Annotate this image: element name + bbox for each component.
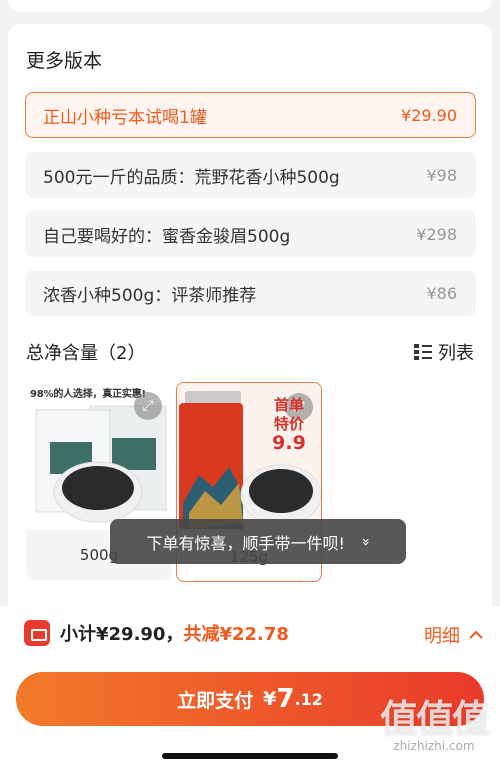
version-price: ¥29.90 <box>401 105 457 125</box>
chevron-up-icon <box>469 630 483 639</box>
chevron-down-icon: » <box>357 537 374 546</box>
version-price: ¥86 <box>426 283 457 303</box>
version-label: 正山小种亏本试喝1罐 <box>43 107 207 128</box>
list-label: 列表 <box>438 343 474 364</box>
coupon-icon <box>24 620 50 646</box>
version-label: 500元一斤的品质：荒野花香小种500g <box>43 167 340 188</box>
version-label: 浓香小种500g：评茶师推荐 <box>43 285 257 306</box>
version-option-3[interactable]: 自己要喝好的：蜜香金骏眉500g ¥298 <box>25 211 476 257</box>
subtotal-label: 小计¥29.90， <box>60 624 184 645</box>
promo-text: 98%的人选择，真正实惠! <box>30 389 146 400</box>
version-price: ¥298 <box>416 224 457 244</box>
version-label: 自己要喝好的：蜜香金骏眉500g <box>43 226 291 247</box>
discount-label: 共减¥22.78 <box>183 624 289 645</box>
previous-card <box>8 0 492 12</box>
site-watermark: 值值值 zhizhizhi.com <box>379 697 490 753</box>
promo-toast[interactable]: 下单有惊喜，顺手带一件呗! » <box>110 519 406 564</box>
toast-text: 下单有惊喜，顺手带一件呗! <box>146 533 345 553</box>
pay-label: 立即支付 <box>177 689 254 712</box>
net-content-title: 总净含量（2） <box>26 343 146 364</box>
details-label: 明细 <box>424 626 460 647</box>
list-icon <box>414 343 432 361</box>
home-indicator <box>162 753 338 759</box>
expand-icon[interactable]: ⤢ <box>134 392 162 420</box>
version-option-4[interactable]: 浓香小种500g：评茶师推荐 ¥86 <box>25 270 476 316</box>
details-toggle[interactable]: 明细 <box>424 622 484 648</box>
pay-currency: ¥ <box>263 688 277 710</box>
subtotal-summary: 小计¥29.90， 共减¥22.78 <box>24 620 289 646</box>
more-versions-title: 更多版本 <box>26 50 103 72</box>
pay-amount-int: 7 <box>276 684 295 714</box>
first-order-badge: 首单 特价 9.9 <box>272 396 306 454</box>
list-view-toggle[interactable]: 列表 <box>414 339 474 365</box>
version-option-1[interactable]: 正山小种亏本试喝1罐 ¥29.90 <box>25 92 476 138</box>
pay-amount-dec: .12 <box>294 689 323 709</box>
version-option-2[interactable]: 500元一斤的品质：荒野花香小种500g ¥98 <box>25 152 476 198</box>
version-price: ¥98 <box>426 165 457 185</box>
